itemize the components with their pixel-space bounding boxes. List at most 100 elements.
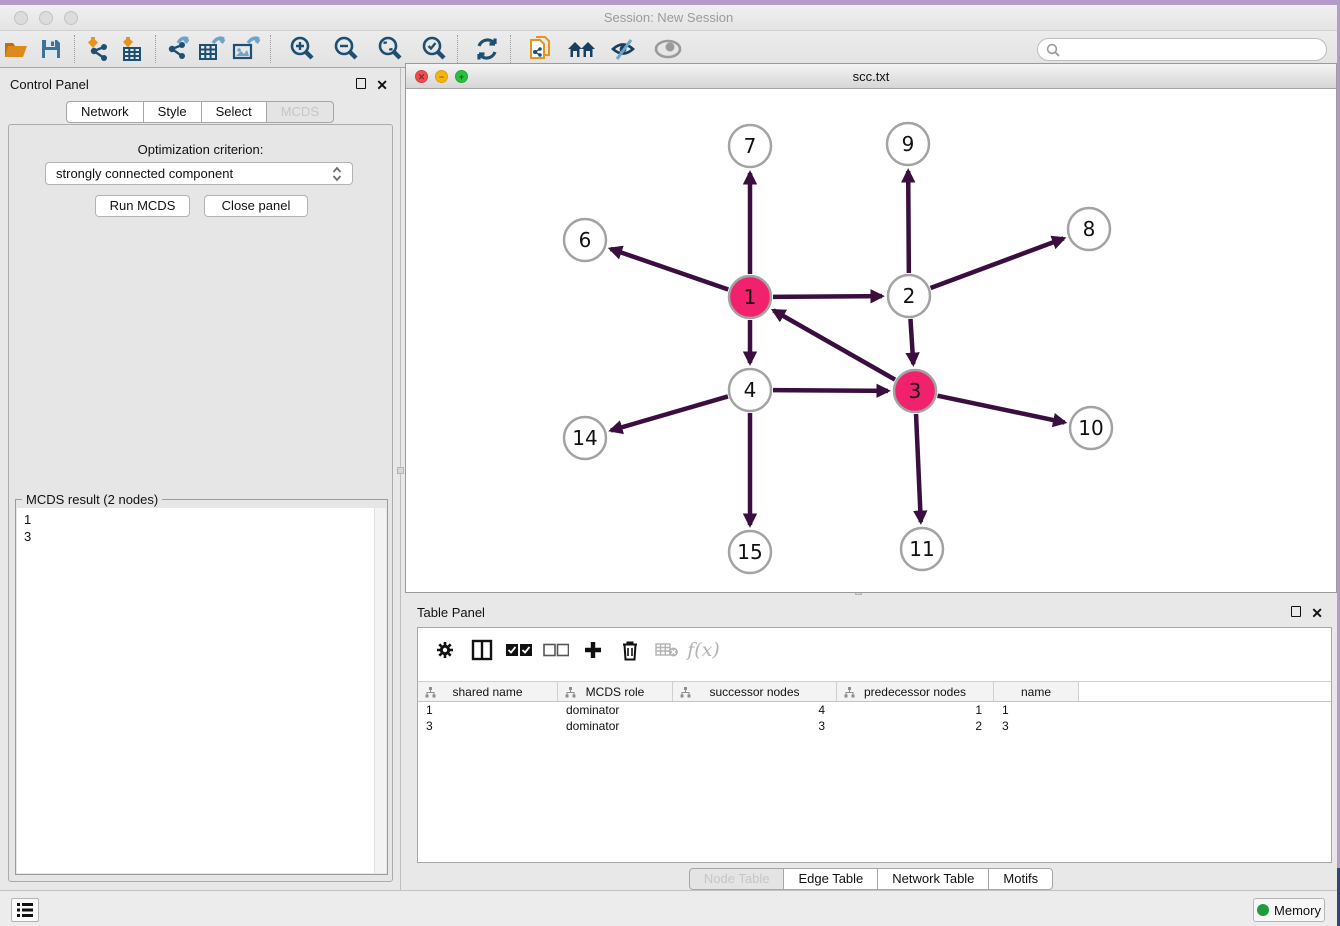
- node-8[interactable]: 8: [1068, 208, 1110, 250]
- clone-network-button[interactable]: [523, 33, 557, 65]
- export-table-button[interactable]: [196, 33, 230, 65]
- run-mcds-button[interactable]: Run MCDS: [95, 195, 190, 217]
- cell-shared_name[interactable]: 1: [418, 702, 558, 718]
- add-column-button[interactable]: [574, 632, 611, 668]
- column-visibility-button[interactable]: [463, 632, 500, 668]
- import-network-button[interactable]: [81, 33, 115, 65]
- open-folder-icon: [3, 37, 31, 61]
- apply-function-button[interactable]: f(x): [685, 632, 722, 668]
- column-header-MCDS-role[interactable]: MCDS role: [558, 682, 673, 701]
- tab-motifs[interactable]: Motifs: [989, 868, 1053, 890]
- vertical-splitter-handle[interactable]: [397, 467, 404, 474]
- cell-successor_nodes[interactable]: 4: [673, 702, 837, 718]
- criterion-select[interactable]: strongly connected component: [45, 162, 353, 185]
- close-panel-icon[interactable]: ✕: [376, 77, 388, 94]
- node-label: 3: [909, 379, 922, 403]
- open-session-button[interactable]: [0, 33, 34, 65]
- node-10[interactable]: 10: [1070, 407, 1112, 449]
- node-9[interactable]: 9: [887, 123, 929, 165]
- table-panel: Table Panel ✕: [405, 595, 1337, 895]
- zoom-in-button[interactable]: [285, 33, 319, 65]
- edge-3-1[interactable]: [773, 310, 895, 379]
- column-header-name[interactable]: name: [994, 682, 1079, 701]
- edge-2-9[interactable]: [908, 171, 909, 273]
- table-row[interactable]: 1dominator411: [418, 702, 1331, 718]
- cell-successor_nodes[interactable]: 3: [673, 718, 837, 734]
- unchecked-boxes-icon: [543, 643, 569, 657]
- table-float-panel-icon[interactable]: [1291, 605, 1301, 620]
- table-row[interactable]: 3dominator323: [418, 718, 1331, 734]
- search-box[interactable]: [1037, 38, 1327, 61]
- tab-mcds[interactable]: MCDS: [267, 101, 334, 123]
- select-all-button[interactable]: [500, 632, 537, 668]
- edge-1-2[interactable]: [773, 296, 882, 297]
- export-network-button[interactable]: [162, 33, 196, 65]
- column-header-label: shared name: [452, 685, 522, 699]
- column-header-label: MCDS role: [586, 685, 645, 699]
- mcds-result-textarea[interactable]: 1 3: [17, 508, 386, 873]
- network-canvas[interactable]: 7 9 6 8 1 2 4 3 14 10 15 11: [406, 89, 1336, 592]
- zoom-fit-button[interactable]: [373, 33, 407, 65]
- node-6[interactable]: 6: [564, 219, 606, 261]
- tab-edge-table[interactable]: Edge Table: [784, 868, 878, 890]
- delete-column-button[interactable]: [611, 632, 648, 668]
- tab-network[interactable]: Network: [66, 101, 144, 123]
- hide-selected-button[interactable]: [607, 33, 641, 65]
- first-neighbors-button[interactable]: [565, 33, 599, 65]
- cell-predecessor_nodes[interactable]: 2: [837, 718, 994, 734]
- mcds-scrollbar[interactable]: [374, 508, 386, 873]
- tab-select[interactable]: Select: [202, 101, 267, 123]
- network-window-titlebar: ✕ − + scc.txt: [406, 64, 1336, 89]
- export-image-button[interactable]: [230, 33, 264, 65]
- cell-shared_name[interactable]: 3: [418, 718, 558, 734]
- show-eye-icon: [652, 37, 684, 61]
- import-table-button[interactable]: [115, 33, 149, 65]
- node-label: 8: [1083, 217, 1096, 241]
- cell-predecessor_nodes[interactable]: 1: [837, 702, 994, 718]
- zoom-selected-button[interactable]: [417, 33, 451, 65]
- node-11[interactable]: 11: [901, 528, 943, 570]
- cell-mcds_role[interactable]: dominator: [558, 718, 673, 734]
- tab-network-table[interactable]: Network Table: [878, 868, 989, 890]
- search-input[interactable]: [1060, 40, 1326, 59]
- table-close-panel-icon[interactable]: ✕: [1311, 605, 1323, 622]
- node-15[interactable]: 15: [729, 531, 771, 573]
- memory-button[interactable]: Memory: [1253, 898, 1325, 922]
- deselect-all-button[interactable]: [537, 632, 574, 668]
- float-panel-icon[interactable]: [356, 77, 366, 92]
- edge-2-3[interactable]: [910, 319, 913, 364]
- column-header-successor-nodes[interactable]: successor nodes: [673, 682, 837, 701]
- tab-style[interactable]: Style: [144, 101, 202, 123]
- edge-2-8[interactable]: [931, 238, 1064, 288]
- edge-4-14[interactable]: [611, 396, 728, 430]
- refresh-layout-button[interactable]: [470, 33, 504, 65]
- show-all-button[interactable]: [651, 33, 685, 65]
- node-4[interactable]: 4: [729, 369, 771, 411]
- edge-1-6[interactable]: [611, 249, 729, 290]
- control-panel-title: Control Panel: [10, 77, 89, 92]
- edge-4-3[interactable]: [773, 390, 888, 391]
- delete-table-button[interactable]: [648, 632, 685, 668]
- cell-name[interactable]: 3: [994, 718, 1079, 734]
- column-header-predecessor-nodes[interactable]: predecessor nodes: [837, 682, 994, 701]
- column-header-shared-name[interactable]: shared name: [418, 682, 558, 701]
- trash-icon: [620, 639, 640, 661]
- task-history-button[interactable]: [11, 898, 39, 922]
- zoom-out-button[interactable]: [329, 33, 363, 65]
- edge-3-11[interactable]: [916, 414, 921, 522]
- node-label: 4: [744, 378, 757, 402]
- node-1[interactable]: 1: [729, 276, 771, 318]
- node-3[interactable]: 3: [894, 370, 936, 412]
- node-2[interactable]: 2: [888, 275, 930, 317]
- table-options-button[interactable]: [426, 632, 463, 668]
- tab-node-table[interactable]: Node Table: [689, 868, 785, 890]
- table-toolbar: f(x): [418, 628, 1331, 672]
- node-7[interactable]: 7: [729, 125, 771, 167]
- save-session-button[interactable]: [34, 33, 68, 65]
- close-panel-button[interactable]: Close panel: [204, 195, 308, 217]
- cell-mcds_role[interactable]: dominator: [558, 702, 673, 718]
- node-14[interactable]: 14: [564, 417, 606, 459]
- cell-name[interactable]: 1: [994, 702, 1079, 718]
- control-panel: Control Panel ✕ NetworkStyleSelectMCDS O…: [0, 68, 401, 895]
- edge-3-10[interactable]: [938, 396, 1065, 423]
